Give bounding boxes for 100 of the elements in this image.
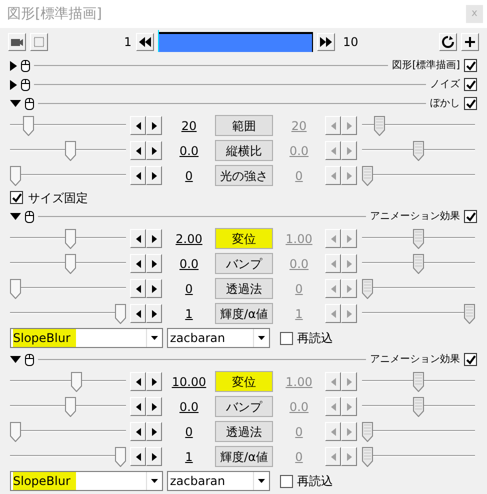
rewind-button[interactable]	[136, 33, 154, 51]
track-name-button[interactable]: 変位	[215, 371, 273, 392]
author-dropdown[interactable]: zacbaran	[167, 328, 270, 348]
slider-thumb[interactable]	[413, 254, 424, 274]
increment-button[interactable]	[146, 141, 162, 160]
slider-thumb[interactable]	[374, 116, 386, 136]
track-name-button[interactable]: 範囲	[215, 115, 273, 136]
slider[interactable]	[362, 228, 475, 248]
start-value[interactable]: 0.0	[167, 142, 211, 160]
decrement-button[interactable]	[130, 116, 146, 135]
increment-button[interactable]	[146, 304, 162, 323]
slider-thumb[interactable]	[64, 228, 76, 248]
slider[interactable]	[10, 422, 126, 442]
slider[interactable]	[10, 166, 126, 186]
track-name-button[interactable]: バンプ	[215, 396, 273, 417]
expanded-triangle-icon[interactable]	[10, 356, 21, 364]
start-value[interactable]: 20	[167, 116, 211, 134]
decrement-button[interactable]	[130, 372, 146, 391]
track-name-button[interactable]: 透過法	[215, 278, 273, 299]
slider-thumb[interactable]	[413, 140, 424, 160]
collapsed-triangle-icon[interactable]	[10, 60, 17, 70]
track-name-button[interactable]: バンプ	[215, 253, 273, 274]
grid-button[interactable]	[30, 33, 48, 51]
increment-button[interactable]	[146, 447, 162, 466]
script-dropdown[interactable]: SlopeBlur	[10, 471, 163, 491]
track-name-button[interactable]: 変位	[215, 228, 273, 249]
slider[interactable]	[362, 254, 475, 274]
slider[interactable]	[362, 140, 475, 160]
reload-checkbox[interactable]	[280, 474, 293, 488]
slider-thumb[interactable]	[362, 166, 373, 186]
increment-button[interactable]	[146, 116, 162, 135]
slider-thumb[interactable]	[362, 278, 373, 298]
start-value[interactable]: 0	[167, 166, 211, 184]
slider[interactable]	[362, 166, 475, 186]
slider-thumb[interactable]	[10, 278, 21, 298]
slider[interactable]	[10, 254, 126, 274]
increment-button[interactable]	[146, 372, 162, 391]
start-value[interactable]: 1	[167, 448, 211, 466]
slider-thumb[interactable]	[10, 166, 21, 186]
track-name-button[interactable]: 縦横比	[215, 140, 273, 161]
enable-checkbox[interactable]	[464, 97, 477, 110]
fast-forward-button[interactable]	[317, 33, 335, 51]
slider-thumb[interactable]	[22, 116, 34, 136]
slider[interactable]	[362, 278, 475, 298]
slider[interactable]	[10, 278, 126, 298]
refresh-button[interactable]	[439, 33, 457, 51]
slider[interactable]	[10, 116, 126, 136]
slider[interactable]	[362, 116, 475, 136]
start-value[interactable]: 1	[167, 304, 211, 322]
decrement-button[interactable]	[130, 254, 146, 273]
author-dropdown[interactable]: zacbaran	[167, 471, 270, 491]
slider[interactable]	[10, 396, 126, 416]
slider[interactable]	[10, 228, 126, 248]
increment-button[interactable]	[146, 229, 162, 248]
start-value[interactable]: 10.00	[167, 372, 211, 390]
expanded-triangle-icon[interactable]	[10, 100, 21, 108]
track-name-button[interactable]: 光の強さ	[215, 165, 273, 186]
start-value[interactable]: 0.0	[167, 398, 211, 416]
decrement-button[interactable]	[130, 397, 146, 416]
slider[interactable]	[10, 372, 126, 392]
start-value[interactable]: 0	[167, 422, 211, 440]
increment-button[interactable]	[146, 279, 162, 298]
slider[interactable]	[10, 140, 126, 160]
start-value[interactable]: 0	[167, 280, 211, 298]
decrement-button[interactable]	[130, 166, 146, 185]
script-dropdown[interactable]: SlopeBlur	[10, 328, 163, 348]
increment-button[interactable]	[146, 422, 162, 441]
start-value[interactable]: 0.0	[167, 254, 211, 272]
slider-thumb[interactable]	[64, 140, 76, 160]
slider[interactable]	[362, 396, 475, 416]
slider-thumb[interactable]	[413, 396, 424, 416]
enable-checkbox[interactable]	[464, 59, 477, 72]
slider-thumb[interactable]	[70, 372, 82, 392]
slider-thumb[interactable]	[64, 254, 76, 274]
enable-checkbox[interactable]	[464, 210, 477, 223]
reload-checkbox[interactable]	[280, 332, 293, 344]
collapsed-triangle-icon[interactable]	[10, 80, 17, 90]
slider-thumb[interactable]	[115, 304, 126, 324]
decrement-button[interactable]	[130, 279, 146, 298]
slider-thumb[interactable]	[413, 372, 424, 392]
slider[interactable]	[10, 446, 126, 466]
add-button[interactable]	[461, 33, 479, 51]
slider-thumb[interactable]	[64, 396, 76, 416]
track-name-button[interactable]: 透過法	[215, 421, 273, 442]
decrement-button[interactable]	[130, 141, 146, 160]
increment-button[interactable]	[146, 166, 162, 185]
camera-button[interactable]	[8, 33, 26, 51]
slider-thumb[interactable]	[464, 304, 475, 324]
slider-thumb[interactable]	[362, 446, 373, 466]
slider-thumb[interactable]	[413, 228, 424, 248]
timeline-bar[interactable]	[158, 32, 313, 52]
slider-thumb[interactable]	[115, 446, 126, 466]
increment-button[interactable]	[146, 254, 162, 273]
decrement-button[interactable]	[130, 229, 146, 248]
slider[interactable]	[362, 372, 475, 392]
enable-checkbox[interactable]	[464, 353, 477, 366]
enable-checkbox[interactable]	[464, 78, 477, 91]
track-name-button[interactable]: 輝度/α値	[215, 446, 273, 467]
slider-thumb[interactable]	[10, 422, 21, 442]
track-name-button[interactable]: 輝度/α値	[215, 303, 273, 324]
